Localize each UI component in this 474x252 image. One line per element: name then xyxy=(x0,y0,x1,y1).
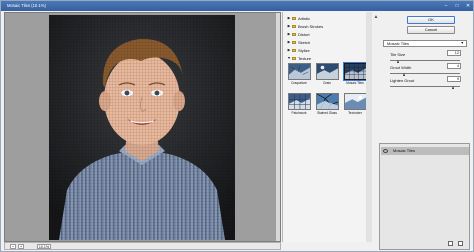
effect-layer-name: Mosaic Tiles xyxy=(393,148,416,153)
thumb-mosaic-tiles[interactable] xyxy=(343,62,368,81)
gallery-scrollbar[interactable] xyxy=(366,12,372,242)
new-effect-layer-icon[interactable] xyxy=(448,241,453,246)
eye-icon[interactable] xyxy=(383,149,388,153)
folder-sketch[interactable]: ▶ Sketch xyxy=(286,39,369,46)
folder-open-icon xyxy=(292,57,296,60)
window-title: Mosaic Tiles (10.1%) xyxy=(7,3,46,8)
trash-icon[interactable] xyxy=(458,241,463,246)
lighten-grout-input[interactable]: 9 xyxy=(447,76,461,82)
folder-icon xyxy=(292,33,296,36)
chevron-right-icon[interactable]: ▶ xyxy=(287,47,291,54)
thumb-label: Patchwork xyxy=(291,111,307,115)
thumb-label: Texturizer xyxy=(348,111,362,115)
chevron-right-icon[interactable]: ▶ xyxy=(287,39,291,46)
folder-label: Brush Strokes xyxy=(298,24,324,29)
effect-layer-row[interactable]: Mosaic Tiles xyxy=(381,147,469,155)
folder-label: Sketch xyxy=(298,40,311,45)
tile-size-slider[interactable] xyxy=(390,60,460,61)
filter-gallery-panel: ▶ Artistic ▶ Brush Strokes ▶ Distort ▶ S… xyxy=(282,12,370,242)
folder-icon xyxy=(292,49,296,52)
lighten-grout-slider[interactable] xyxy=(390,86,460,87)
thumb-patchwork[interactable] xyxy=(288,93,311,110)
zoom-level-select[interactable]: 10.1% xyxy=(37,244,51,249)
filter-select-value: Mosaic Tiles xyxy=(387,41,410,46)
tile-size-slider-handle[interactable] xyxy=(396,60,399,63)
chevron-right-icon[interactable]: ▶ xyxy=(287,31,291,38)
lighten-grout-label: Lighten Grout xyxy=(390,78,415,83)
cancel-button[interactable]: Cancel xyxy=(407,26,455,34)
grout-width-input[interactable]: 4 xyxy=(447,63,461,69)
folder-label: Distort xyxy=(298,32,310,37)
preview-area[interactable] xyxy=(4,12,281,242)
effect-layers-panel: Mosaic Tiles xyxy=(379,143,470,250)
thumb-label: Mosaic Tiles xyxy=(346,81,364,85)
chevron-down-icon[interactable]: ▼ xyxy=(287,55,291,62)
zoom-out-button[interactable]: − xyxy=(10,244,16,249)
zoom-in-button[interactable]: + xyxy=(18,244,24,249)
folder-label: Texture xyxy=(298,56,312,61)
chevron-down-icon: ▼ xyxy=(460,41,464,45)
folder-distort[interactable]: ▶ Distort xyxy=(286,31,369,38)
collapse-gallery-icon[interactable]: ▲ xyxy=(373,14,379,20)
tile-size-input[interactable]: 12 xyxy=(447,50,461,56)
grout-width-slider[interactable] xyxy=(390,73,460,74)
preview-image xyxy=(49,15,235,240)
title-bar: Mosaic Tiles (10.1%) – □ ✕ xyxy=(1,1,473,11)
folder-icon xyxy=(292,17,296,20)
settings-panel: ▲ OK Cancel Mosaic Tiles ▼ Tile Size 12 … xyxy=(373,12,473,250)
filter-gallery-window: Mosaic Tiles (10.1%) – □ ✕ − + 10.1% ▶ A… xyxy=(0,0,474,252)
grout-width-slider-handle[interactable] xyxy=(402,73,405,76)
folder-brush-strokes[interactable]: ▶ Brush Strokes xyxy=(286,23,369,30)
maximize-icon[interactable]: □ xyxy=(452,3,462,9)
ok-button[interactable]: OK xyxy=(407,16,455,24)
folder-label: Artistic xyxy=(298,16,310,21)
thumb-label: Grain xyxy=(323,81,331,85)
folder-icon xyxy=(292,41,296,44)
filter-select[interactable]: Mosaic Tiles ▼ xyxy=(383,40,467,47)
chevron-right-icon[interactable]: ▶ xyxy=(287,15,291,22)
folder-icon xyxy=(292,25,296,28)
preview-scrollbar[interactable] xyxy=(276,13,280,241)
lighten-grout-slider-handle[interactable] xyxy=(451,86,454,89)
grout-width-label: Grout Width xyxy=(390,65,412,70)
close-icon[interactable]: ✕ xyxy=(463,3,473,9)
thumb-stained-glass[interactable] xyxy=(316,93,339,110)
thumb-craquelure[interactable] xyxy=(288,63,311,80)
folder-label: Stylize xyxy=(298,48,310,53)
tile-size-label: Tile Size xyxy=(390,52,406,57)
folder-stylize[interactable]: ▶ Stylize xyxy=(286,47,369,54)
thumb-label: Stained Glass xyxy=(317,111,337,115)
chevron-right-icon[interactable]: ▶ xyxy=(287,23,291,30)
thumb-label: Craquelure xyxy=(291,81,307,85)
thumb-grain[interactable] xyxy=(316,63,339,80)
minimize-icon[interactable]: – xyxy=(441,3,451,9)
thumb-texturizer[interactable] xyxy=(344,93,367,110)
preview-status-bar: − + 10.1% xyxy=(4,242,281,250)
folder-texture[interactable]: ▼ Texture xyxy=(286,55,369,62)
folder-artistic[interactable]: ▶ Artistic xyxy=(286,15,369,22)
